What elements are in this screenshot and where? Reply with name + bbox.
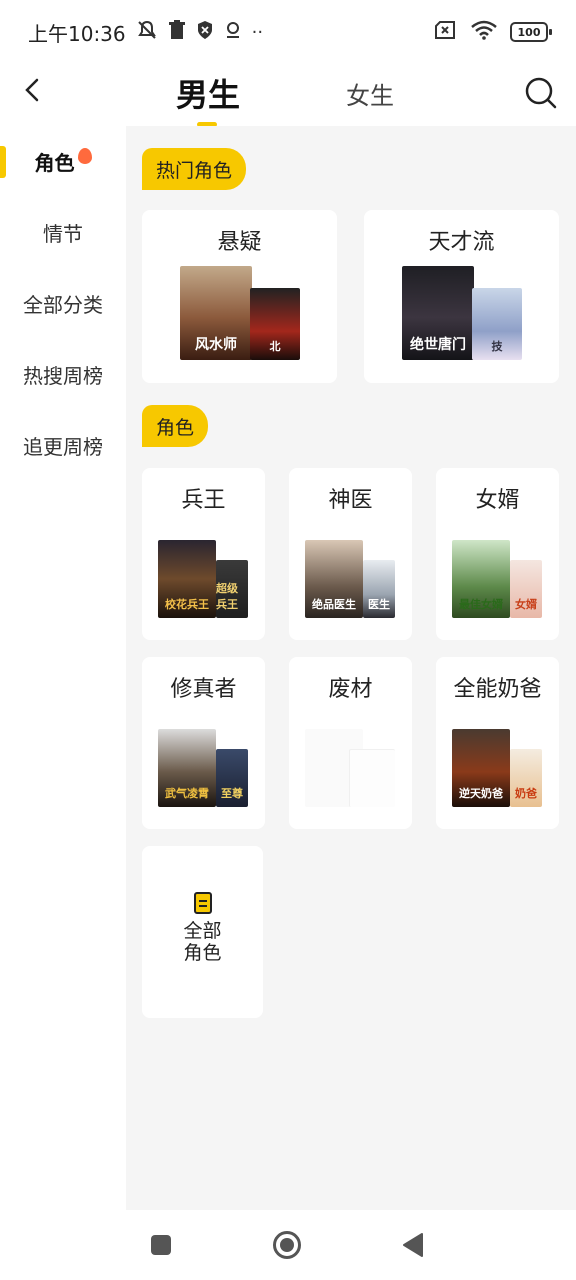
search-icon	[525, 77, 557, 109]
status-right: 100	[434, 20, 552, 45]
role-card-super-dad[interactable]: 全能奶爸 逆天奶爸 奶爸	[436, 657, 559, 829]
back-nav-button[interactable]	[402, 1232, 424, 1262]
sidebar-item-label: 全部分类	[23, 293, 103, 317]
sidebar-item-follow-weekly[interactable]: 追更周榜	[0, 410, 126, 481]
home-button[interactable]	[272, 1230, 302, 1264]
book-cover: 逆天奶爸	[452, 729, 510, 807]
recent-apps-button[interactable]	[150, 1234, 172, 1260]
sidebar-item-plot[interactable]: 情节	[0, 197, 126, 268]
all-roles-label-line2: 角色	[183, 942, 222, 964]
role-card-cultivator[interactable]: 修真者 武气凌霄 至尊	[142, 657, 265, 829]
book-cover: 技	[472, 288, 522, 360]
sidebar: 角色 情节 全部分类 热搜周榜 追更周榜	[0, 126, 126, 1210]
tab-male[interactable]: 男生	[168, 68, 248, 118]
header: 男生 女生	[0, 64, 576, 127]
role-card-soldier-king[interactable]: 兵王 校花兵王 超级兵王	[142, 468, 265, 640]
sidebar-item-roles[interactable]: 角色	[0, 126, 126, 197]
book-cover: 绝品医生	[305, 540, 363, 618]
book-cover: 最佳女婿	[452, 540, 510, 618]
book-icon	[194, 892, 212, 914]
card-title: 悬疑	[217, 230, 262, 255]
section-roles-title: 角色	[142, 405, 209, 447]
sidebar-item-label: 热搜周榜	[23, 364, 103, 388]
card-title: 天才流	[428, 230, 495, 255]
tab-female[interactable]: 女生	[340, 68, 400, 118]
book-cover: 奶爸	[510, 749, 542, 807]
book-cover: 校花兵王	[158, 540, 216, 618]
sidebar-item-label: 角色	[34, 151, 75, 175]
book-cover: 风水师	[180, 266, 252, 360]
sim-off-icon	[434, 20, 458, 45]
book-cover: 北	[250, 288, 300, 360]
circle-icon	[273, 1231, 301, 1259]
hot-role-card-suspense[interactable]: 悬疑 风水师 北	[142, 210, 337, 383]
status-bar: 上午10:36 ·· 100	[0, 0, 576, 64]
sidebar-active-indicator	[0, 146, 6, 178]
book-cover: 武气凌霄	[158, 729, 216, 807]
section-hot-roles-title: 热门角色	[142, 148, 247, 190]
book-cover: 绝世唐门	[402, 266, 474, 360]
trash-icon	[168, 19, 186, 45]
triangle-back-icon	[403, 1233, 423, 1257]
role-card-good-for-nothing[interactable]: 废材	[289, 657, 412, 829]
sidebar-item-hot-search-weekly[interactable]: 热搜周榜	[0, 339, 126, 410]
book-cover: 超级兵王	[216, 560, 248, 618]
location-icon	[224, 20, 242, 45]
book-cover: 女婿	[510, 560, 542, 618]
wifi-icon	[470, 20, 498, 45]
card-title: 女婿	[475, 488, 520, 513]
sidebar-item-label: 追更周榜	[23, 435, 103, 459]
all-roles-label: 全部 角色	[142, 920, 263, 964]
chevron-left-icon	[25, 78, 39, 102]
fire-icon	[77, 147, 92, 164]
card-title: 兵王	[181, 488, 226, 513]
mute-icon	[136, 19, 158, 46]
battery-indicator: 100	[510, 22, 552, 42]
role-card-miracle-doctor[interactable]: 神医 绝品医生 医生	[289, 468, 412, 640]
hot-role-card-genius[interactable]: 天才流 绝世唐门 技	[364, 210, 559, 383]
sidebar-item-all-categories[interactable]: 全部分类	[0, 268, 126, 339]
search-button[interactable]	[522, 74, 560, 112]
book-cover: 医生	[363, 560, 395, 618]
status-left: 上午10:36 ··	[28, 18, 263, 47]
role-card-son-in-law[interactable]: 女婿 最佳女婿 女婿	[436, 468, 559, 640]
book-cover: 至尊	[216, 749, 248, 807]
status-time: 上午10:36	[28, 21, 126, 46]
book-cover-placeholder	[349, 749, 395, 807]
card-title: 神医	[328, 488, 373, 513]
square-icon	[151, 1235, 171, 1255]
main-content: 热门角色 悬疑 风水师 北 天才流 绝世唐门 技 角色 兵王 校花兵王 超级兵王…	[126, 126, 576, 1210]
shield-icon	[196, 20, 214, 45]
more-dots: ··	[251, 21, 264, 43]
all-roles-label-line1: 全部	[183, 920, 222, 942]
card-title: 废材	[328, 677, 373, 702]
sidebar-item-label: 情节	[43, 222, 83, 246]
system-navigation-bar	[0, 1210, 576, 1280]
card-title: 修真者	[170, 677, 237, 702]
card-title: 全能奶爸	[453, 677, 542, 702]
all-roles-button[interactable]: 全部 角色	[142, 846, 263, 1018]
back-button[interactable]	[16, 74, 48, 106]
